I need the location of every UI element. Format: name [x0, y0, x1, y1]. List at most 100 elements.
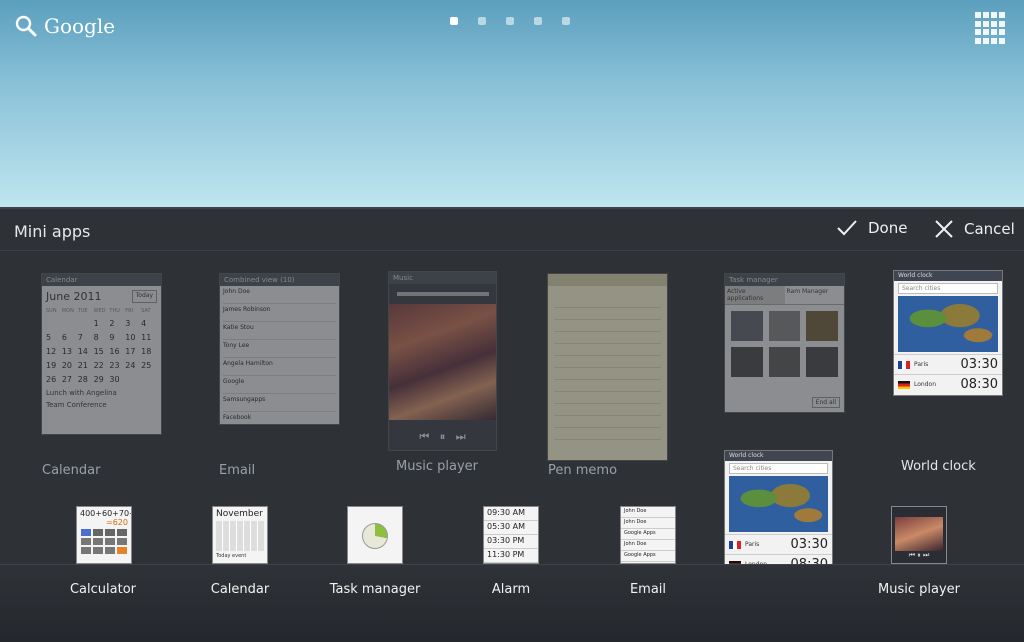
- dock-music-player-icon[interactable]: ⏮ ⏸ ⏭: [891, 506, 947, 564]
- dock-calendar-grid: [216, 521, 264, 551]
- calendar-day[interactable]: 6: [62, 333, 78, 342]
- dock-email-icon[interactable]: John Doe John Doe Google Apps John Doe Googl…: [620, 506, 676, 564]
- pen-memo-widget-preview[interactable]: [547, 273, 668, 461]
- world-clock-widget-preview[interactable]: World clock Search cities Paris 03:30 Lo…: [893, 270, 1003, 396]
- email-list-item[interactable]: James Robinson: [223, 304, 336, 322]
- email-list-item[interactable]: Tony Lee: [223, 340, 336, 358]
- pen-memo-toolbar: [548, 274, 667, 286]
- calendar-day[interactable]: [46, 319, 62, 328]
- alarm-item: 09:30 AM: [484, 507, 538, 521]
- page-dot-5[interactable]: [562, 17, 570, 25]
- city-time: 08:30: [960, 377, 998, 392]
- city-name: London: [914, 381, 936, 388]
- email-list-item[interactable]: Facebook: [223, 412, 336, 424]
- calendar-widget-preview[interactable]: Calendar June 2011 Today SUN MON TUE WED THU…: [41, 273, 162, 435]
- calendar-day[interactable]: 1: [94, 319, 110, 328]
- calendar-weekday: TUE: [77, 308, 88, 314]
- dragging-world-clock-widget[interactable]: World clock Search cities Paris 03:30 Lo…: [724, 450, 833, 576]
- calendar-day[interactable]: 27: [62, 375, 78, 384]
- page-dot-4[interactable]: [534, 17, 542, 25]
- all-apps-icon[interactable]: [975, 12, 1007, 44]
- calendar-day[interactable]: [62, 319, 78, 328]
- calendar-day[interactable]: 23: [109, 361, 125, 370]
- calendar-day[interactable]: 8: [94, 333, 110, 342]
- calendar-day[interactable]: 14: [78, 347, 94, 356]
- calendar-weekday: WED: [93, 308, 106, 314]
- france-flag-icon: [898, 360, 910, 369]
- calendar-day[interactable]: 26: [46, 375, 62, 384]
- calendar-day[interactable]: 16: [109, 347, 125, 356]
- calendar-day[interactable]: 15: [94, 347, 110, 356]
- calendar-day[interactable]: 13: [62, 347, 78, 356]
- dock-email-item: John Doe: [621, 540, 675, 551]
- email-list-item[interactable]: John Doe: [223, 286, 336, 304]
- dock-email-item: Google Apps: [621, 529, 675, 540]
- calendar-day[interactable]: 4: [141, 319, 157, 328]
- alarm-item: 05:30 AM: [484, 521, 538, 535]
- calendar-day[interactable]: 18: [141, 347, 157, 356]
- calendar-day[interactable]: 29: [94, 375, 110, 384]
- cancel-button[interactable]: Cancel: [934, 219, 1015, 239]
- task-manager-widget-title: Task manager: [725, 274, 844, 286]
- google-search-label: Google: [44, 14, 116, 38]
- calendar-day[interactable]: 5: [46, 333, 62, 342]
- calendar-day[interactable]: 17: [125, 347, 141, 356]
- calendar-day[interactable]: 12: [46, 347, 62, 356]
- calendar-day[interactable]: 10: [125, 333, 141, 342]
- email-list-item[interactable]: Google: [223, 376, 336, 394]
- alarm-item: 03:30 PM: [484, 535, 538, 549]
- calendar-day[interactable]: 9: [109, 333, 125, 342]
- drag-widget-title: World clock: [725, 451, 832, 461]
- calendar-day[interactable]: 11: [141, 333, 157, 342]
- calendar-weekday: MON: [61, 308, 74, 314]
- page-dot-2[interactable]: [478, 17, 486, 25]
- done-button[interactable]: Done: [836, 219, 907, 237]
- calendar-day[interactable]: [78, 319, 94, 328]
- dock-calculator-label: Calculator: [69, 582, 136, 597]
- world-clock-row-london: London 08:30: [894, 374, 1002, 394]
- calendar-day[interactable]: 30: [109, 375, 125, 384]
- dock-task-manager-icon[interactable]: [347, 506, 403, 564]
- page-dot-3[interactable]: [506, 17, 514, 25]
- dock-calendar-icon[interactable]: November Today event: [212, 506, 268, 564]
- calendar-day[interactable]: 3: [125, 319, 141, 328]
- email-message-list: John Doe James Robinson Katie Stou Tony Lee…: [220, 286, 339, 424]
- end-all-button[interactable]: End all: [811, 397, 840, 408]
- calendar-day[interactable]: 7: [78, 333, 94, 342]
- dock-task-manager-label: Task manager: [329, 582, 421, 597]
- calendar-day[interactable]: 2: [109, 319, 125, 328]
- task-tab-ram[interactable]: Ram Manager: [785, 286, 845, 304]
- world-clock-search[interactable]: Search cities: [898, 283, 998, 294]
- google-search-bar[interactable]: Google: [14, 14, 115, 38]
- calendar-day[interactable]: 19: [46, 361, 62, 370]
- dock-alarm-icon[interactable]: 09:30 AM 05:30 AM 03:30 PM 11:30 PM: [483, 506, 539, 564]
- page-indicator: [450, 17, 570, 25]
- music-controls: ⏮ ⏸ ⏭: [419, 430, 466, 443]
- dock-calculator-icon[interactable]: 400+60+70+90 =620: [76, 506, 132, 564]
- calendar-day[interactable]: 20: [62, 361, 78, 370]
- email-list-item[interactable]: Katie Stou: [223, 322, 336, 340]
- home-wallpaper: Google: [0, 0, 1024, 207]
- task-manager-widget-preview[interactable]: Task manager Active applications Ram Man…: [724, 273, 845, 413]
- calendar-day[interactable]: 28: [78, 375, 94, 384]
- calendar-day[interactable]: 25: [141, 361, 157, 370]
- mini-apps-panel: Mini apps Done Cancel Calendar June 2011…: [0, 207, 1024, 642]
- task-tab-active[interactable]: Active applications: [725, 286, 785, 304]
- dock-calendar-label: Calendar: [210, 582, 270, 597]
- calendar-day[interactable]: 24: [125, 361, 141, 370]
- drag-world-map: [729, 476, 828, 532]
- calendar-day[interactable]: 21: [78, 361, 94, 370]
- world-clock-row-paris: Paris 03:30: [894, 354, 1002, 374]
- email-widget-preview[interactable]: Combined view (10) John Doe James Robinso…: [219, 273, 340, 425]
- email-list-item[interactable]: Angela Hamilton: [223, 358, 336, 376]
- calendar-day[interactable]: 22: [94, 361, 110, 370]
- music-widget-preview[interactable]: Music ⏮ ⏸ ⏭: [388, 271, 497, 451]
- alarm-list: 09:30 AM 05:30 AM 03:30 PM 11:30 PM: [484, 507, 538, 563]
- pie-chart-icon: [362, 523, 388, 549]
- close-icon: [935, 220, 953, 238]
- dock-music-art: [895, 517, 943, 551]
- world-clock-widget-title: World clock: [894, 271, 1002, 281]
- page-dot-1[interactable]: [450, 17, 458, 25]
- calendar-today-button[interactable]: Today: [131, 290, 157, 303]
- email-list-item[interactable]: Samsungapps: [223, 394, 336, 412]
